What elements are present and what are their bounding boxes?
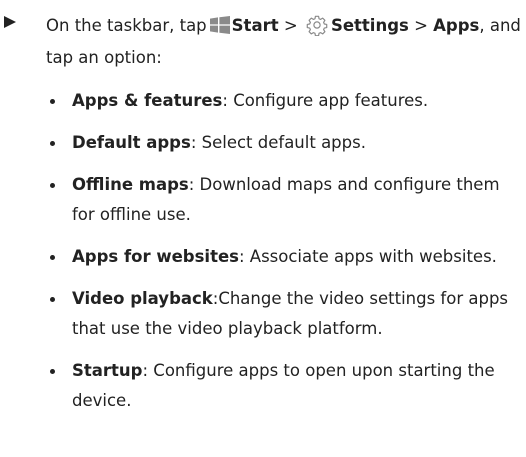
options-list: Apps & features: Configure app features.…: [46, 86, 522, 428]
gear-icon: [306, 15, 328, 36]
list-item: Apps for websites: Associate apps with w…: [46, 242, 522, 272]
option-term: Apps for websites: [72, 247, 239, 266]
option-term: Apps & features: [72, 91, 223, 110]
bullet-icon: [50, 297, 55, 302]
option-term: Video playback: [72, 289, 213, 308]
windows-start-icon: [209, 16, 230, 34]
option-term: Offline maps: [72, 175, 189, 194]
list-item: Startup: Configure apps to open upon sta…: [46, 356, 522, 416]
option-term: Startup: [72, 361, 143, 380]
separator-1: >: [278, 16, 303, 35]
option-description: : Select default apps.: [190, 133, 366, 152]
step-prefix: On the taskbar, tap: [46, 16, 207, 35]
bullet-icon: [50, 183, 55, 188]
list-item: Apps & features: Configure app features.: [46, 86, 522, 116]
bullet-icon: [50, 255, 55, 260]
bullet-icon: [50, 141, 55, 146]
list-item: Offline maps: Download maps and configur…: [46, 170, 522, 230]
option-term: Default apps: [72, 133, 191, 152]
option-description: : Configure app features.: [222, 91, 429, 110]
bullet-icon: [50, 99, 55, 104]
list-item: Default apps: Select default apps.: [46, 128, 522, 158]
option-description: : Associate apps with websites.: [238, 247, 497, 266]
start-label: Start: [231, 16, 279, 35]
settings-label: Settings: [330, 16, 409, 35]
step-arrow-icon: [4, 16, 16, 28]
step-text: On the taskbar, tap Start > Settings > Ap…: [46, 10, 524, 74]
apps-label: Apps: [433, 16, 480, 35]
bullet-icon: [50, 369, 55, 374]
list-item: Video playback:Change the video settings…: [46, 284, 522, 344]
separator-2: >: [408, 16, 434, 35]
